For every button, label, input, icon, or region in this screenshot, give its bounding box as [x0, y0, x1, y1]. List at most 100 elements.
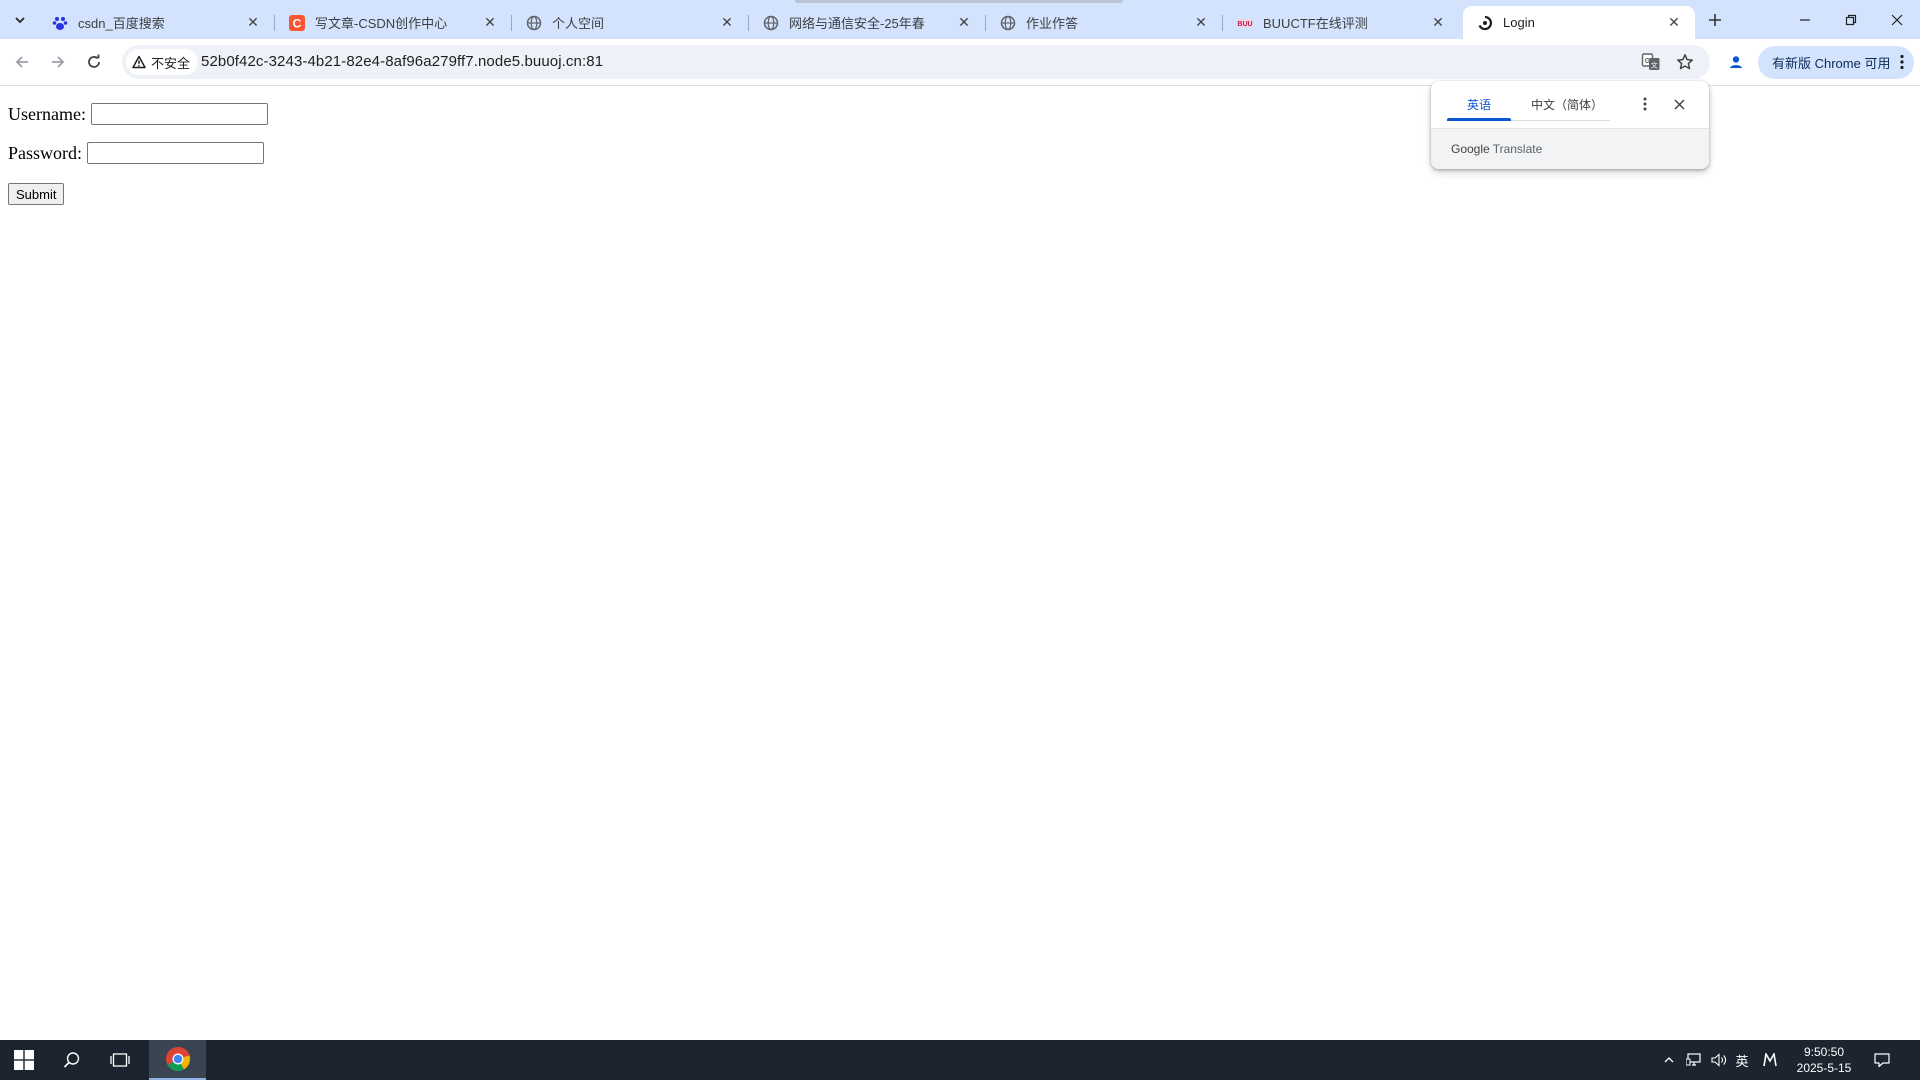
arrow-right-icon: [52, 56, 65, 68]
translate-close-button[interactable]: [1668, 93, 1690, 115]
browser-toolbar: 不安全 52b0f42c-3243-4b21-82e4-8af96a279ff7…: [0, 39, 1920, 86]
taskbar-chrome-button[interactable]: [149, 1040, 206, 1080]
submit-button[interactable]: Submit: [8, 183, 65, 205]
translate-brand-text: Translate: [1492, 142, 1543, 156]
minimize-icon: [1800, 18, 1810, 21]
task-view-button[interactable]: [96, 1040, 144, 1080]
bookmark-button[interactable]: [1673, 50, 1697, 74]
tab-close-icon[interactable]: ✕: [244, 14, 262, 32]
tab-title: 个人空间: [552, 16, 605, 31]
translate-active-tab-indicator: [1447, 118, 1511, 121]
password-input[interactable]: [87, 142, 265, 164]
tab-homework[interactable]: 作业作答 ✕: [986, 6, 1223, 39]
warning-triangle-icon: [132, 55, 146, 69]
system-clock[interactable]: 9:50:50 2025-5-15: [1782, 1044, 1866, 1076]
security-chip[interactable]: 不安全: [126, 49, 199, 75]
buuctf-icon: BUU: [1237, 15, 1253, 31]
tab-search-button[interactable]: [6, 8, 33, 32]
translate-options-button[interactable]: [1634, 93, 1656, 115]
restore-button[interactable]: [1828, 0, 1874, 39]
clock-time: 9:50:50: [1803, 1045, 1845, 1059]
tab-title: BUUCTF在线评测: [1263, 16, 1368, 31]
globe-icon: [526, 15, 542, 31]
person-icon: [1727, 53, 1745, 71]
minimize-button[interactable]: [1782, 0, 1828, 39]
translate-target-lang-tab[interactable]: 中文（简体）: [1515, 88, 1619, 120]
username-label: Username:: [8, 103, 86, 124]
tab-login[interactable]: Login ✕: [1463, 6, 1695, 39]
url-text[interactable]: 52b0f42c-3243-4b21-82e4-8af96a279ff7.nod…: [201, 53, 603, 70]
svg-text:C: C: [293, 16, 302, 30]
close-window-button[interactable]: [1874, 0, 1920, 39]
address-bar[interactable]: 不安全 52b0f42c-3243-4b21-82e4-8af96a279ff7…: [122, 45, 1710, 79]
tab-title: csdn_百度搜索: [78, 16, 165, 31]
translate-button[interactable]: G文: [1639, 50, 1663, 74]
windows-logo-icon: [14, 1050, 34, 1070]
page-content: Username: Password: Submit: [0, 87, 1920, 1040]
loading-icon: [1477, 15, 1493, 31]
close-icon: [1673, 98, 1685, 110]
tab-title: 网络与通信安全-25年春: [789, 16, 925, 31]
arrow-left-icon: [15, 56, 28, 68]
plus-icon: [1709, 14, 1721, 26]
show-hidden-icons-button[interactable]: [1662, 1040, 1676, 1080]
ime-app-button[interactable]: [1759, 1040, 1781, 1080]
restore-icon: [1845, 14, 1857, 25]
tab-csdn-editor[interactable]: C 写文章-CSDN创作中心 ✕: [275, 6, 512, 39]
tab-title: 作业作答: [1026, 16, 1079, 31]
baidu-paw-icon: [52, 15, 68, 31]
back-button[interactable]: [8, 48, 36, 76]
task-view-icon: [110, 1053, 130, 1067]
volume-button[interactable]: [1708, 1040, 1730, 1080]
tab-close-icon[interactable]: ✕: [481, 14, 499, 32]
clock-date: 2025-5-15: [1796, 1061, 1852, 1075]
profile-button[interactable]: [1722, 48, 1750, 76]
start-button[interactable]: [0, 1040, 48, 1080]
tab-baidu[interactable]: csdn_百度搜索 ✕: [38, 6, 275, 39]
google-brand-text: Google: [1451, 142, 1490, 156]
forward-button[interactable]: [44, 48, 72, 76]
password-row: Password:: [8, 142, 265, 164]
globe-icon: [1000, 15, 1016, 31]
tab-drag-indicator: [795, 0, 1123, 3]
csdn-icon: C: [289, 14, 305, 31]
chevron-down-icon: [14, 17, 25, 24]
tab-close-icon[interactable]: ✕: [1665, 14, 1683, 32]
translate-source-lang-tab[interactable]: 英语: [1447, 88, 1511, 120]
windows-taskbar: 英 9:50:50 2025-5-15: [0, 1040, 1920, 1080]
svg-text:BUU: BUU: [1237, 21, 1252, 28]
tab-title: 写文章-CSDN创作中心: [315, 16, 448, 31]
update-label: 有新版 Chrome 可用: [1772, 56, 1891, 71]
more-vert-icon: [1643, 97, 1647, 111]
close-icon: [1891, 14, 1903, 25]
network-icon: [1686, 1053, 1701, 1066]
notification-icon: [1874, 1052, 1890, 1067]
tab-close-icon[interactable]: ✕: [955, 14, 973, 32]
tab-network-security[interactable]: 网络与通信安全-25年春 ✕: [749, 6, 986, 39]
speaker-icon: [1711, 1053, 1726, 1067]
username-input[interactable]: [90, 103, 268, 125]
chrome-update-button[interactable]: 有新版 Chrome 可用: [1758, 46, 1914, 79]
ime-m-icon: [1763, 1053, 1777, 1067]
network-status-button[interactable]: [1683, 1040, 1705, 1080]
tab-personal-space[interactable]: 个人空间 ✕: [512, 6, 749, 39]
reload-icon: [88, 54, 100, 68]
search-icon: [63, 1052, 80, 1068]
translate-footer: Google Translate: [1431, 128, 1709, 169]
translate-popup: 英语 中文（简体） Google Translate: [1431, 81, 1709, 169]
reload-button[interactable]: [80, 48, 108, 76]
globe-icon: [763, 15, 779, 31]
tab-title: Login: [1503, 15, 1535, 30]
svg-text:文: 文: [1651, 61, 1658, 70]
tab-close-icon[interactable]: ✕: [1192, 14, 1210, 32]
new-tab-button[interactable]: [1703, 8, 1727, 32]
chevron-up-icon: [1664, 1057, 1674, 1063]
action-center-button[interactable]: [1870, 1040, 1894, 1080]
tab-buuctf[interactable]: BUU BUUCTF在线评测 ✕: [1223, 6, 1459, 39]
tab-close-icon[interactable]: ✕: [1429, 14, 1447, 32]
username-row: Username:: [8, 103, 268, 125]
tab-close-icon[interactable]: ✕: [718, 14, 736, 32]
taskbar-search-button[interactable]: [48, 1040, 96, 1080]
ime-mode-button[interactable]: 英: [1732, 1040, 1752, 1080]
star-icon: [1676, 54, 1694, 70]
